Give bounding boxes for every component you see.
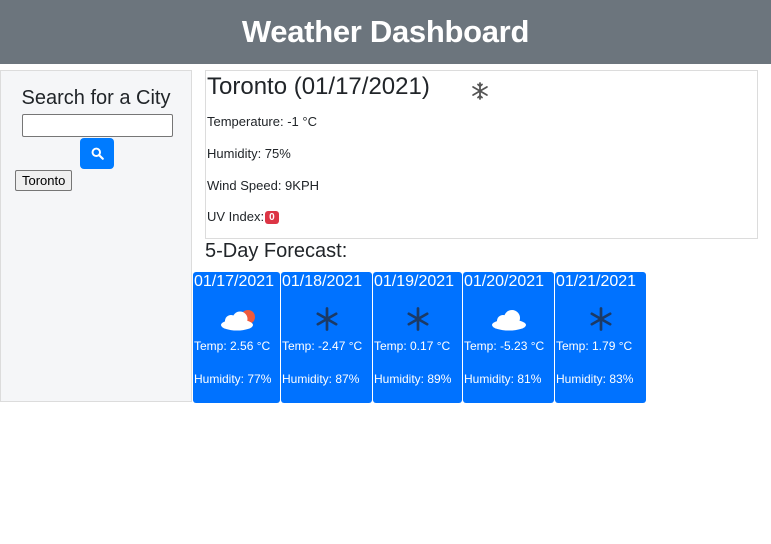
cloud-icon bbox=[491, 310, 526, 331]
current-wind-speed: Wind Speed: 9KPH bbox=[207, 178, 320, 193]
forecast-date: 01/17/2021 bbox=[194, 273, 275, 290]
forecast-humidity: Humidity: 87% bbox=[282, 372, 360, 386]
forecast-humidity: Humidity: 81% bbox=[464, 372, 542, 386]
search-sidebar: Search for a City Toronto bbox=[0, 70, 192, 402]
uv-index-badge: 0 bbox=[265, 211, 279, 225]
snowflake-icon bbox=[590, 307, 612, 331]
forecast-temp: Temp: 2.56 °C bbox=[194, 339, 271, 353]
forecast-card: 01/18/2021 Temp: -2.47 °C Humidity: 87% bbox=[281, 272, 372, 403]
forecast-card: 01/17/2021 Temp: 2.56 °C Humidity: 77% bbox=[193, 272, 280, 403]
current-city-title: Toronto (01/17/2021) bbox=[207, 73, 430, 100]
forecast-card: 01/21/2021 Temp: 1.79 °C Humidity: 83% bbox=[555, 272, 646, 403]
page-title: Weather Dashboard bbox=[241, 14, 530, 49]
current-uv-index: UV Index: 0 bbox=[207, 209, 279, 225]
forecast-temp: Temp: -2.47 °C bbox=[282, 339, 363, 353]
forecast-date: 01/18/2021 bbox=[282, 273, 363, 290]
search-icon bbox=[91, 147, 104, 160]
forecast-date: 01/21/2021 bbox=[556, 273, 637, 290]
history-button-toronto[interactable]: Toronto bbox=[15, 170, 73, 191]
uv-index-label: UV Index: bbox=[207, 209, 265, 224]
forecast-temp: Temp: -5.23 °C bbox=[464, 339, 545, 353]
forecast-temp: Temp: 1.79 °C bbox=[556, 339, 633, 353]
current-temperature: Temperature: -1 °C bbox=[207, 114, 317, 129]
forecast-humidity: Humidity: 89% bbox=[374, 372, 452, 386]
cloudy-sun-icon bbox=[220, 310, 255, 331]
forecast-date: 01/20/2021 bbox=[464, 273, 545, 290]
forecast-humidity: Humidity: 77% bbox=[194, 372, 272, 386]
snowflake-icon bbox=[472, 82, 488, 100]
header-bar: Weather Dashboard bbox=[0, 0, 771, 64]
current-humidity: Humidity: 75% bbox=[207, 146, 291, 161]
search-button[interactable] bbox=[80, 138, 114, 169]
forecast-card: 01/20/2021 Temp: -5.23 °C Humidity: 81% bbox=[463, 272, 554, 403]
forecast-card: 01/19/2021 Temp: 0.17 °C Humidity: 89% bbox=[373, 272, 462, 403]
snowflake-icon bbox=[407, 307, 429, 331]
forecast-title: 5-Day Forecast: bbox=[205, 240, 348, 262]
city-search-input[interactable] bbox=[22, 114, 173, 137]
current-weather-panel: Toronto (01/17/2021) Temperature: -1 °C … bbox=[205, 70, 758, 239]
forecast-humidity: Humidity: 83% bbox=[556, 372, 634, 386]
snowflake-icon bbox=[316, 307, 338, 331]
forecast-date: 01/19/2021 bbox=[374, 273, 455, 290]
search-title: Search for a City bbox=[21, 87, 171, 109]
forecast-temp: Temp: 0.17 °C bbox=[374, 339, 451, 353]
